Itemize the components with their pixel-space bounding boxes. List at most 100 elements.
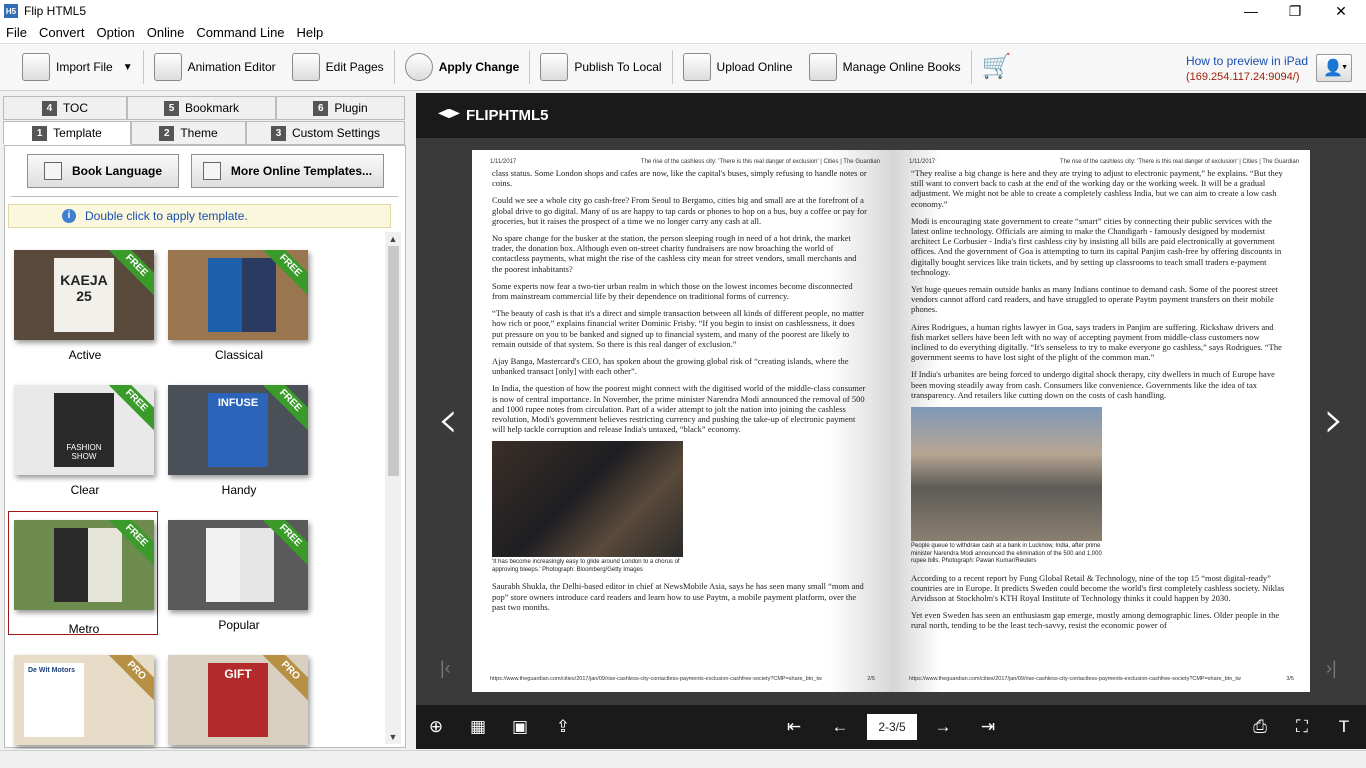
- template-active[interactable]: KAEJA 25 FREE Active: [10, 246, 160, 366]
- more-online-templates-button[interactable]: More Online Templates...: [191, 154, 384, 188]
- edit-pages-button[interactable]: Edit Pages: [284, 47, 392, 87]
- cover-text: INFUSE: [208, 393, 268, 467]
- template-popular[interactable]: FREE Popular: [164, 516, 314, 636]
- share-icon[interactable]: ⇪: [551, 715, 575, 739]
- menu-option[interactable]: Option: [90, 25, 140, 40]
- graduation-cap-icon: [438, 108, 460, 119]
- edit-pages-label: Edit Pages: [325, 60, 384, 74]
- tab-number: 2: [159, 125, 175, 141]
- tab-number: 4: [41, 100, 57, 116]
- autoplay-icon[interactable]: ▣: [508, 715, 532, 739]
- apply-change-button[interactable]: Apply Change: [397, 47, 528, 87]
- hard-drive-icon: [540, 53, 569, 81]
- menu-file[interactable]: File: [0, 25, 33, 40]
- article-paragraph: If India's urbanites are being forced to…: [911, 369, 1275, 400]
- tab-plugin[interactable]: 6 Plugin: [276, 96, 405, 120]
- thumbnails-icon[interactable]: ▦: [466, 715, 490, 739]
- left-page[interactable]: 1/11/2017 The rise of the cashless city:…: [472, 150, 891, 692]
- apply-change-label: Apply Change: [438, 60, 520, 74]
- book-spread: 1/11/2017 The rise of the cashless city:…: [472, 150, 1310, 692]
- template-thumbnail: FREE: [168, 520, 308, 610]
- zoom-in-icon[interactable]: ⊕: [424, 715, 448, 739]
- previous-page-arrow-icon[interactable]: ‹: [428, 390, 468, 450]
- template-classical[interactable]: FREE Classical: [164, 246, 314, 366]
- tab-bookmark[interactable]: 5 Bookmark: [127, 96, 276, 120]
- article-paragraph: According to a recent report by Fung Glo…: [911, 572, 1285, 603]
- template-thumbnail: FASHION SHOW FREE: [14, 385, 154, 475]
- template-clear[interactable]: FASHION SHOW FREE Clear: [10, 381, 160, 501]
- book-language-button[interactable]: Book Language: [27, 154, 179, 188]
- menu-bar: File Convert Option Online Command Line …: [0, 22, 1366, 43]
- last-page-edge-icon[interactable]: ›|: [1326, 658, 1337, 679]
- cover-right: [242, 258, 276, 332]
- tab-template[interactable]: 1 Template: [3, 121, 131, 145]
- chevron-down-icon[interactable]: ▼: [123, 62, 133, 73]
- manage-online-books-button[interactable]: Manage Online Books: [801, 47, 969, 87]
- template-thumbnail: FREE: [168, 250, 308, 340]
- viewer-header: FLIPHTML5: [416, 93, 1366, 138]
- header-date: 1/11/2017: [490, 159, 517, 165]
- divider: [11, 196, 398, 197]
- status-bar: [0, 750, 1366, 768]
- right-page[interactable]: 1/11/2017 The rise of the cashless city:…: [891, 150, 1310, 692]
- template-pro-2[interactable]: GIFT PRO: [164, 651, 314, 749]
- publish-local-label: Publish To Local: [574, 60, 662, 74]
- page-indicator-input[interactable]: 2-3/5: [867, 714, 917, 740]
- tab-toc[interactable]: 4 TOC: [3, 96, 127, 120]
- template-handy[interactable]: INFUSE FREE Handy: [164, 381, 314, 501]
- tab-number: 1: [32, 125, 48, 141]
- animation-editor-button[interactable]: Animation Editor: [146, 47, 284, 87]
- template-thumbnail: De Wit Motors PRO: [14, 655, 154, 745]
- first-page-edge-icon[interactable]: |‹: [440, 658, 451, 679]
- print-icon[interactable]: ⎙: [1248, 715, 1272, 739]
- template-thumbnail: FREE: [14, 520, 154, 610]
- cover-left: [206, 528, 240, 602]
- next-page-arrow-icon[interactable]: ›: [1314, 390, 1354, 450]
- tab-theme[interactable]: 2 Theme: [131, 121, 246, 145]
- template-pro-1[interactable]: De Wit Motors PRO: [10, 651, 160, 749]
- cart-icon: 🛒: [981, 53, 1012, 80]
- template-name: Clear: [70, 483, 100, 497]
- next-page-icon[interactable]: →: [931, 715, 955, 739]
- settings-panel: 4 TOC 5 Bookmark 6 Plugin 1 Template 2 Theme …: [0, 92, 410, 748]
- menu-command-line[interactable]: Command Line: [190, 25, 290, 40]
- menu-help[interactable]: Help: [291, 25, 330, 40]
- pro-badge: PRO: [102, 655, 154, 705]
- toolbar-separator: [142, 50, 144, 84]
- tab-label: Theme: [180, 126, 218, 140]
- cart-button[interactable]: 🛒: [974, 47, 1024, 87]
- toolbar-separator: [393, 50, 395, 84]
- preview-ipad-link[interactable]: How to preview in iPad (169.254.117.24:9…: [1186, 54, 1308, 83]
- article-paragraph: Saurabh Shukla, the Delhi-based editor i…: [492, 581, 864, 612]
- article-paragraph: Could we see a whole city go cash-free? …: [492, 195, 867, 226]
- last-page-icon[interactable]: ⇥: [976, 715, 1000, 739]
- fullscreen-icon[interactable]: ⛶: [1290, 715, 1314, 739]
- tab-label: Custom Settings: [291, 126, 381, 140]
- scroll-down-icon[interactable]: ▼: [385, 730, 401, 744]
- scroll-up-icon[interactable]: ▲: [385, 232, 401, 246]
- template-scrollbar[interactable]: ▲ ▼: [385, 232, 401, 744]
- templates-icon: [202, 162, 221, 180]
- article-paragraph: “The beauty of cash is that it's a direc…: [492, 308, 864, 349]
- preview-ipad-text[interactable]: How to preview in iPad: [1186, 54, 1308, 68]
- publish-local-button[interactable]: Publish To Local: [532, 47, 669, 87]
- menu-convert[interactable]: Convert: [33, 25, 91, 40]
- text-icon[interactable]: T: [1332, 715, 1356, 739]
- tab-custom-settings[interactable]: 3 Custom Settings: [246, 121, 405, 145]
- upload-online-button[interactable]: Upload Online: [675, 47, 801, 87]
- restore-button[interactable]: ❐: [1272, 0, 1318, 22]
- menu-online[interactable]: Online: [141, 25, 191, 40]
- scrollbar-thumb[interactable]: [388, 246, 399, 476]
- flag-icon: [43, 162, 62, 180]
- info-text: Double click to apply template.: [85, 209, 248, 223]
- template-metro[interactable]: FREE Metro: [8, 511, 158, 636]
- tab-row-bottom: 1 Template 2 Theme 3 Custom Settings: [3, 121, 405, 145]
- user-account-button[interactable]: 👤 ▼: [1316, 54, 1352, 82]
- close-button[interactable]: ✕: [1318, 0, 1364, 22]
- import-file-button[interactable]: Import File ▼: [14, 47, 141, 87]
- first-page-icon[interactable]: ⇤: [782, 715, 806, 739]
- article-paragraph: Yet huge queues remain outside banks as …: [911, 284, 1278, 315]
- minimize-button[interactable]: —: [1228, 0, 1274, 22]
- animation-editor-label: Animation Editor: [187, 60, 276, 74]
- previous-page-icon[interactable]: ←: [828, 715, 852, 739]
